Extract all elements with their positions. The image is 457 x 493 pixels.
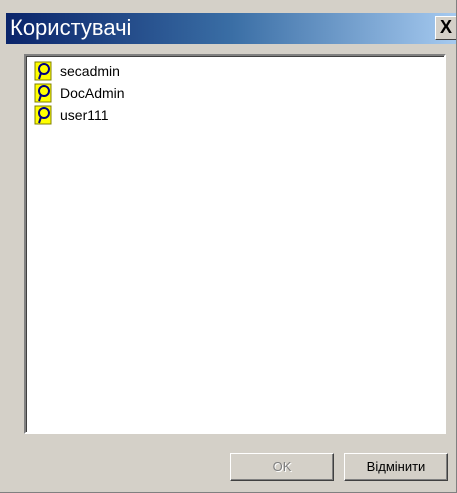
user-icon bbox=[34, 83, 52, 103]
users-list[interactable]: secadmin DocAdmin user111 bbox=[24, 54, 446, 434]
ok-button[interactable]: OK bbox=[230, 453, 334, 481]
list-item-label: secadmin bbox=[60, 63, 120, 79]
close-button[interactable]: X bbox=[435, 16, 456, 40]
user-icon bbox=[34, 105, 52, 125]
list-item-label: user111 bbox=[60, 107, 109, 123]
list-item-secadmin[interactable]: secadmin bbox=[34, 60, 120, 82]
users-dialog: Користувачі X secadmin DocAdmin user111 … bbox=[0, 0, 457, 493]
dialog-title: Користувачі bbox=[10, 15, 132, 40]
close-icon: X bbox=[439, 17, 452, 37]
title-bar[interactable]: Користувачі X bbox=[6, 13, 456, 44]
user-icon bbox=[34, 61, 52, 81]
list-item-docadmin[interactable]: DocAdmin bbox=[34, 82, 125, 104]
list-item-label: DocAdmin bbox=[60, 85, 125, 101]
cancel-button[interactable]: Відмінити bbox=[344, 453, 448, 481]
list-item-user111[interactable]: user111 bbox=[34, 104, 109, 126]
